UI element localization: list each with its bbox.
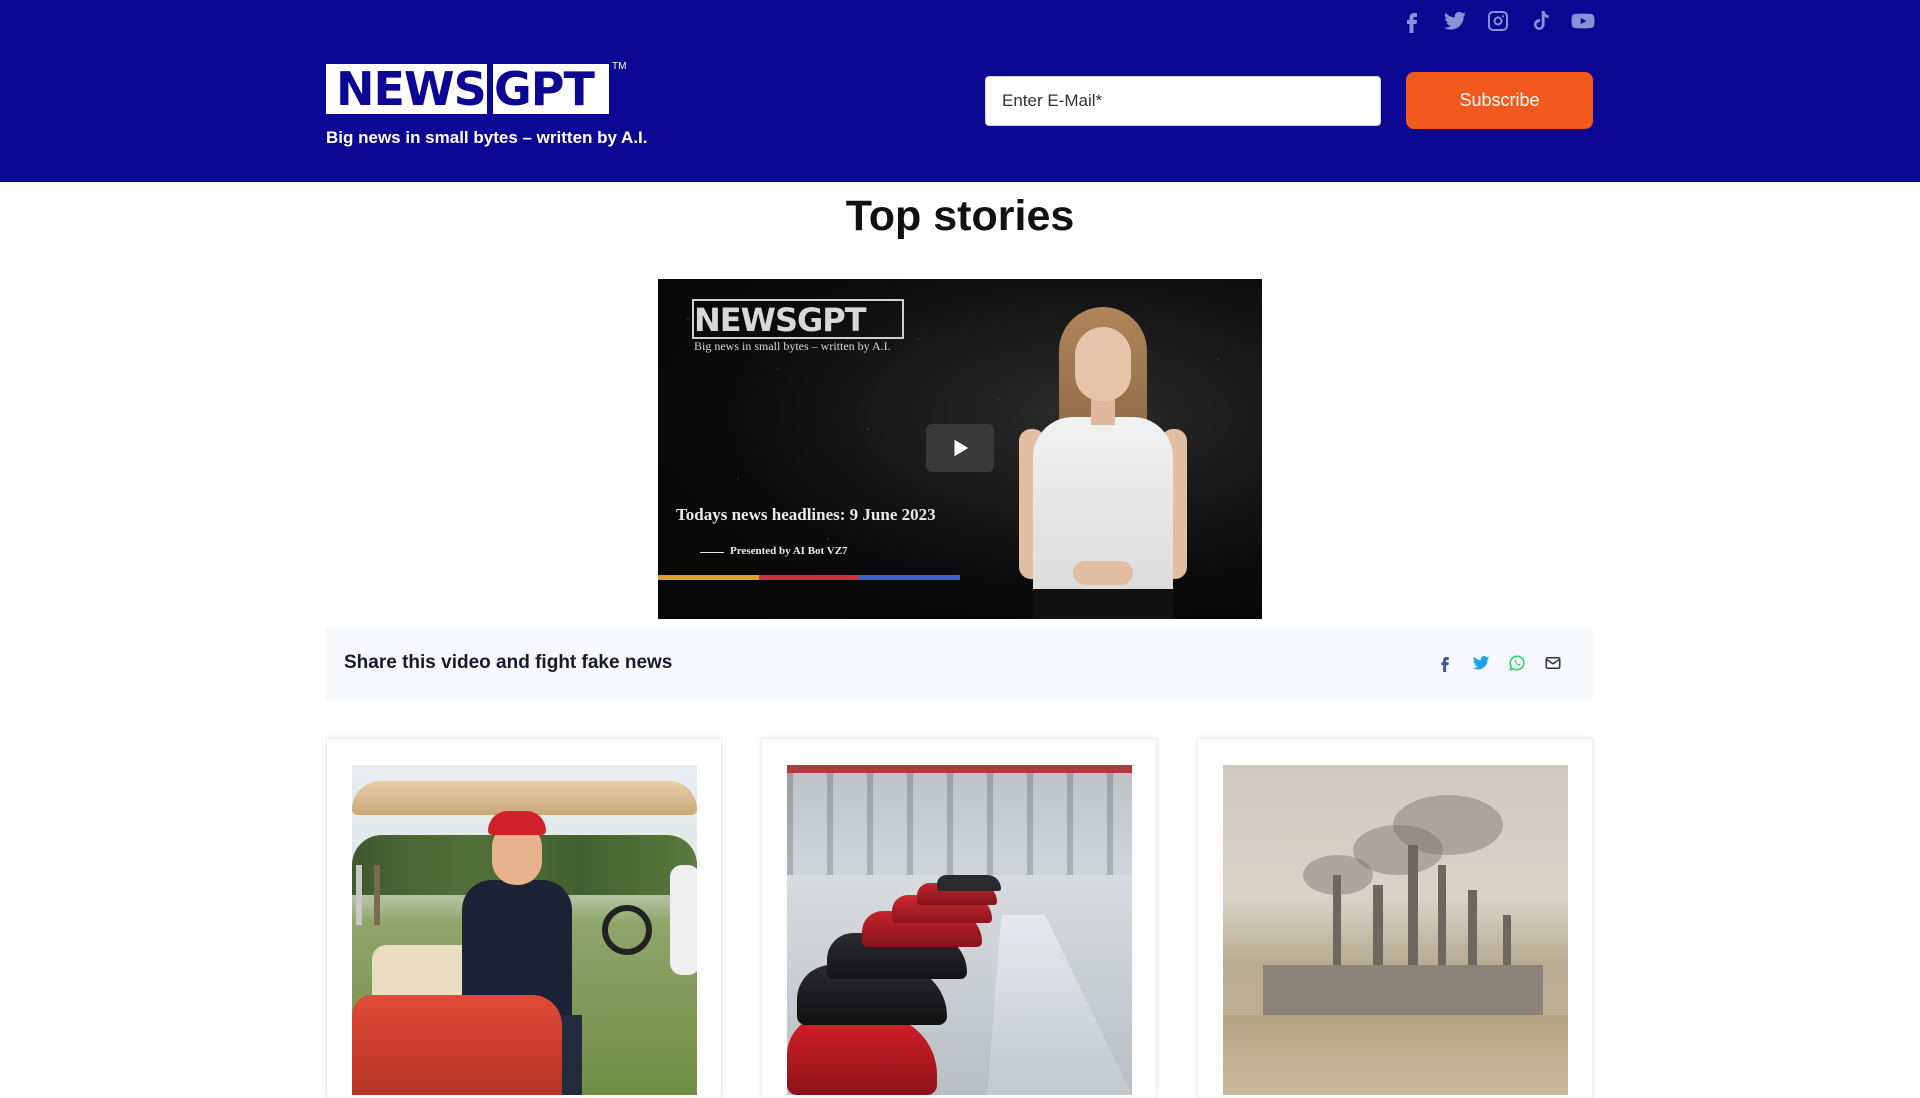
page-title: Top stories <box>845 192 1075 240</box>
logo-divider <box>487 61 493 117</box>
story-card[interactable] <box>761 738 1157 1098</box>
presenter-figure <box>1003 299 1223 619</box>
youtube-icon[interactable] <box>1571 9 1595 33</box>
image-red-cap <box>488 811 546 835</box>
video-presenter-credit: Presented by AI Bot VZ7 <box>700 545 848 557</box>
play-button[interactable] <box>926 424 994 472</box>
twitter-icon[interactable] <box>1471 653 1491 673</box>
image-cart-body <box>352 995 562 1095</box>
image-ceiling <box>787 765 1132 875</box>
share-bar: Share this video and fight fake news <box>326 628 1593 700</box>
presenter-face <box>1075 327 1131 401</box>
email-icon[interactable] <box>1543 653 1563 673</box>
tiktok-icon[interactable] <box>1528 9 1552 33</box>
color-bar-segment <box>658 575 759 580</box>
presenter-skirt <box>1033 589 1173 619</box>
image-beam <box>787 765 1132 773</box>
story-image-car-factory[interactable] <box>787 765 1132 1095</box>
video-color-bar <box>658 575 961 580</box>
twitter-icon[interactable] <box>1443 9 1467 33</box>
image-crowd <box>356 865 416 925</box>
site-header: NEWS GPT TM Big news in small bytes – wr… <box>0 0 1920 182</box>
subscribe-button[interactable]: Subscribe <box>1406 72 1593 129</box>
image-cart-roof <box>352 781 697 815</box>
story-card[interactable] <box>326 738 722 1098</box>
presenter-hands <box>1073 561 1133 585</box>
site-tagline: Big news in small bytes – written by A.I… <box>326 128 648 147</box>
video-player[interactable]: NEWSGPT Big news in small bytes – writte… <box>658 279 1262 619</box>
share-icons <box>1435 653 1563 673</box>
image-ground <box>1223 1015 1568 1095</box>
site-logo[interactable]: NEWS GPT TM <box>326 61 626 119</box>
video-subtitle: Big news in small bytes – written by A.I… <box>694 339 891 353</box>
color-bar-segment <box>758 575 860 580</box>
instagram-icon[interactable] <box>1486 9 1510 33</box>
logo-text-news: NEWS <box>336 62 487 116</box>
email-input[interactable] <box>985 76 1381 126</box>
video-headline: Todays news headlines: 9 June 2023 <box>676 505 936 524</box>
presenter-top <box>1033 417 1173 617</box>
story-image-golf-cart[interactable] <box>352 765 697 1095</box>
logo-trademark: TM <box>612 61 627 72</box>
share-text: Share this video and fight fake news <box>344 652 673 673</box>
color-bar-segment <box>859 575 961 580</box>
image-car <box>937 875 1001 891</box>
facebook-icon[interactable] <box>1435 653 1455 673</box>
story-image-refinery[interactable] <box>1223 765 1568 1095</box>
image-steering-wheel <box>602 905 652 955</box>
image-person <box>670 865 697 975</box>
logo-text-gpt: GPT <box>494 62 595 116</box>
story-card[interactable] <box>1197 738 1593 1098</box>
video-logo: NEWSGPT <box>694 301 867 339</box>
facebook-icon[interactable] <box>1400 9 1424 33</box>
whatsapp-icon[interactable] <box>1507 653 1527 673</box>
social-links <box>1400 8 1595 34</box>
play-icon <box>954 439 969 457</box>
